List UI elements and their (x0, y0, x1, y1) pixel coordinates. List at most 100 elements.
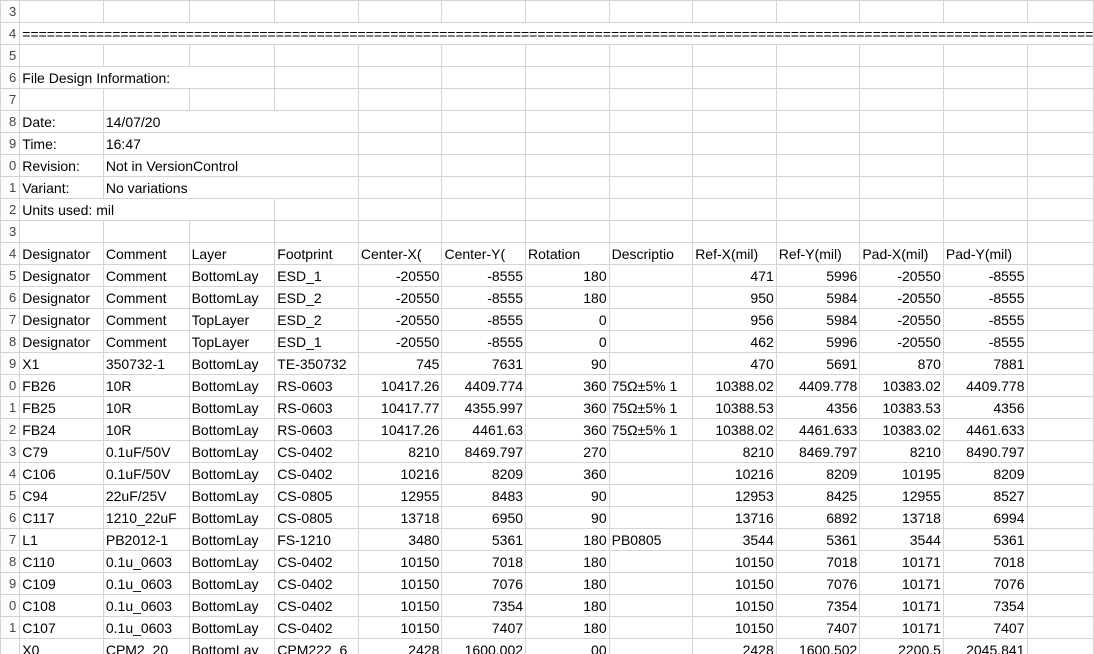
cell-blank[interactable] (189, 89, 275, 111)
cell-blank[interactable] (860, 89, 944, 111)
cell-blank[interactable] (526, 45, 610, 67)
cell-blank[interactable] (943, 199, 1027, 221)
data-cell[interactable]: 870 (860, 353, 944, 375)
cell-blank[interactable] (103, 45, 189, 67)
data-cell[interactable]: RS-0603 (275, 375, 359, 397)
data-cell[interactable] (609, 265, 693, 287)
cell-blank[interactable] (1027, 133, 1094, 155)
cell-blank[interactable] (943, 67, 1027, 89)
cell-blank[interactable] (860, 45, 944, 67)
data-cell[interactable]: CS-0402 (275, 441, 359, 463)
data-cell[interactable] (609, 463, 693, 485)
data-cell[interactable]: 12955 (860, 485, 944, 507)
data-cell[interactable]: 7407 (776, 617, 860, 639)
data-cell[interactable]: 7354 (943, 595, 1027, 617)
cell-blank[interactable] (526, 67, 610, 89)
data-cell[interactable]: 360 (526, 419, 610, 441)
column-header[interactable]: Designator (20, 243, 104, 265)
data-cell[interactable]: -20550 (860, 309, 944, 331)
cell-blank[interactable] (693, 89, 777, 111)
cell-blank[interactable] (358, 133, 442, 155)
cell-blank[interactable] (358, 155, 442, 177)
cell-blank[interactable] (943, 111, 1027, 133)
data-cell[interactable]: 90 (526, 485, 610, 507)
data-cell[interactable]: 10417.77 (358, 397, 442, 419)
data-cell[interactable]: 0.1u_0603 (103, 551, 189, 573)
data-cell[interactable]: BottomLay (189, 551, 275, 573)
data-cell[interactable]: 7407 (442, 617, 526, 639)
data-cell[interactable]: 7631 (442, 353, 526, 375)
row-header[interactable]: 3 (1, 441, 20, 463)
data-cell[interactable]: BottomLay (189, 639, 275, 654)
cell-blank[interactable] (20, 89, 104, 111)
cell-blank[interactable] (776, 1, 860, 23)
data-cell[interactable]: 10150 (693, 573, 777, 595)
column-header[interactable]: Center-Y( (442, 243, 526, 265)
data-cell[interactable]: 7881 (943, 353, 1027, 375)
row-header[interactable]: 4 (1, 463, 20, 485)
data-cell[interactable]: 745 (358, 353, 442, 375)
data-cell[interactable]: 8483 (442, 485, 526, 507)
data-cell[interactable]: BottomLay (189, 507, 275, 529)
cell-blank[interactable] (442, 89, 526, 111)
data-cell[interactable]: TE-350732 (275, 353, 359, 375)
row-header[interactable]: 1 (1, 617, 20, 639)
data-cell[interactable] (609, 287, 693, 309)
data-cell[interactable] (609, 353, 693, 375)
data-cell[interactable]: 471 (693, 265, 777, 287)
cell-blank[interactable] (358, 45, 442, 67)
data-cell[interactable]: ESD_2 (275, 309, 359, 331)
data-cell[interactable]: Comment (103, 309, 189, 331)
column-header[interactable]: Ref-X(mil) (693, 243, 777, 265)
cell-blank[interactable] (609, 1, 693, 23)
row-header[interactable]: 1 (1, 397, 20, 419)
cell-blank[interactable] (860, 177, 944, 199)
column-header[interactable]: Descriptio (609, 243, 693, 265)
data-cell[interactable]: 4461.633 (776, 419, 860, 441)
data-cell[interactable] (609, 507, 693, 529)
data-cell[interactable]: -20550 (860, 265, 944, 287)
cell-blank[interactable] (1027, 67, 1094, 89)
data-cell[interactable]: CS-0805 (275, 507, 359, 529)
data-cell[interactable]: X1 (20, 353, 104, 375)
row-header[interactable]: 7 (1, 89, 20, 111)
cell-blank[interactable] (860, 155, 944, 177)
cell-blank[interactable] (693, 111, 777, 133)
cell-blank[interactable] (860, 67, 944, 89)
cell-blank[interactable] (442, 67, 526, 89)
data-cell[interactable] (609, 309, 693, 331)
data-cell[interactable] (1027, 353, 1094, 375)
cell-blank[interactable] (442, 221, 526, 243)
cell-blank[interactable] (943, 221, 1027, 243)
cell-blank[interactable] (693, 67, 777, 89)
cell-blank[interactable] (358, 221, 442, 243)
data-cell[interactable]: 75Ω±5% 1 (609, 419, 693, 441)
data-cell[interactable]: 4356 (776, 397, 860, 419)
data-cell[interactable]: 10216 (358, 463, 442, 485)
cell-blank[interactable] (693, 199, 777, 221)
cell-blank[interactable] (776, 199, 860, 221)
cell-blank[interactable] (693, 1, 777, 23)
data-cell[interactable]: 1600.002 (442, 639, 526, 654)
data-cell[interactable]: 7018 (943, 551, 1027, 573)
data-cell[interactable]: 0.1u_0603 (103, 617, 189, 639)
data-cell[interactable]: 10383.53 (860, 397, 944, 419)
data-cell[interactable]: C79 (20, 441, 104, 463)
cell-blank[interactable] (442, 45, 526, 67)
cell-blank[interactable] (275, 45, 359, 67)
data-cell[interactable] (609, 331, 693, 353)
row-header[interactable]: 2 (1, 419, 20, 441)
cell-blank[interactable] (526, 221, 610, 243)
data-cell[interactable]: Comment (103, 265, 189, 287)
cell-blank[interactable] (776, 155, 860, 177)
data-cell[interactable]: 10171 (860, 551, 944, 573)
cell-blank[interactable] (860, 133, 944, 155)
data-cell[interactable]: 10150 (693, 617, 777, 639)
data-cell[interactable]: 3544 (693, 529, 777, 551)
cell-blank[interactable] (526, 133, 610, 155)
cell-blank[interactable] (943, 45, 1027, 67)
data-cell[interactable]: 7018 (442, 551, 526, 573)
data-cell[interactable] (1027, 375, 1094, 397)
row-header[interactable]: 0 (1, 375, 20, 397)
data-cell[interactable]: -8555 (943, 287, 1027, 309)
